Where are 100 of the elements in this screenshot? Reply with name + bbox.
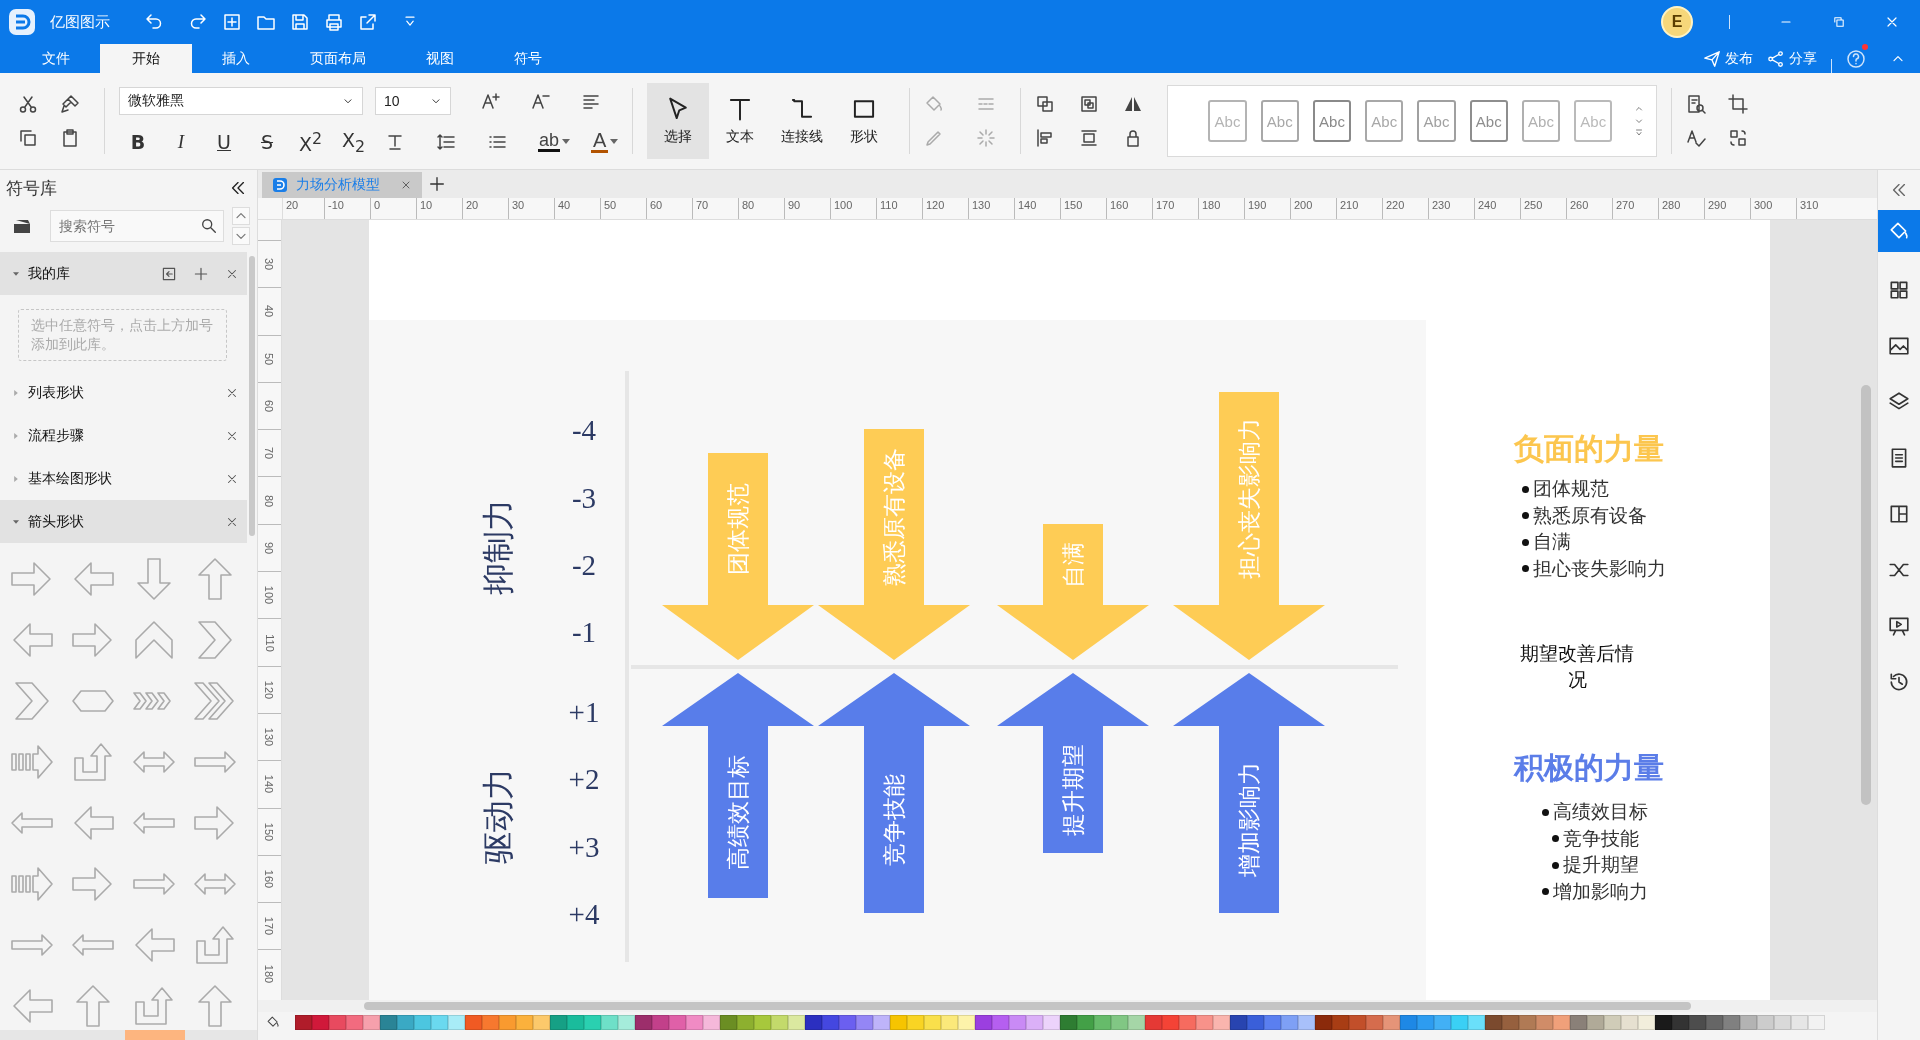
hint-text: 选中任意符号，点击上方加号添加到此库。: [18, 309, 227, 361]
legend-title: 负面的力量: [1513, 431, 1665, 467]
section-header[interactable]: 箭头形状: [0, 500, 247, 543]
arrow-label: 增加影响力: [1236, 762, 1262, 877]
scale-label: -4: [571, 414, 597, 446]
ruler-label: 150: [1060, 198, 1106, 219]
arrow-label: 提升期望: [1060, 743, 1086, 836]
scale-label: +2: [568, 763, 600, 795]
tool-button[interactable]: 文本: [709, 83, 772, 159]
format-button[interactable]: X$^{2}$: [299, 128, 321, 156]
ruler-label: 30: [508, 198, 554, 219]
tool-button[interactable]: 形状: [833, 83, 896, 159]
panel-title: 符号库: [6, 177, 57, 200]
font-color-button[interactable]: A: [591, 130, 609, 154]
app-title: 亿图图示: [50, 12, 110, 32]
ruler-label: 170: [1152, 198, 1198, 219]
ruler-label: 40: [263, 305, 276, 318]
scale-label: +3: [568, 831, 600, 863]
ruler-label: 180: [1198, 198, 1244, 219]
search-field[interactable]: 搜索符号: [50, 210, 224, 242]
scale-label: -2: [571, 549, 597, 581]
user-avatar[interactable]: E: [1661, 6, 1693, 38]
legend-item: 团体规范: [1533, 477, 1609, 501]
legend-title: 积极的力量: [1512, 750, 1665, 786]
ruler-label: 230: [1428, 198, 1474, 219]
format-button[interactable]: B: [127, 131, 149, 153]
ruler-label: 0: [370, 198, 416, 219]
share-button[interactable]: 分享: [1789, 49, 1817, 68]
publish-button[interactable]: 发布: [1725, 49, 1753, 68]
ruler-label: 40: [554, 198, 600, 219]
ruler-label: 70: [263, 447, 276, 460]
ribbon-tab[interactable]: 视图: [396, 44, 484, 73]
ruler-label: 90: [263, 541, 276, 555]
ruler-label: 80: [738, 198, 784, 219]
legend-item: 增加影响力: [1553, 879, 1648, 904]
legend-item: 自满: [1533, 530, 1571, 554]
format-button[interactable]: I: [170, 131, 192, 153]
ruler-label: 60: [646, 198, 692, 219]
legend-item: 提升期望: [1562, 853, 1639, 877]
ruler-label: 110: [263, 633, 276, 652]
ruler-label: 180: [263, 964, 276, 983]
font-select[interactable]: 微软雅黑: [119, 86, 363, 115]
ruler-label: 160: [1106, 198, 1152, 219]
section-label[interactable]: 箭头形状: [28, 512, 219, 531]
ruler-label: 260: [1566, 198, 1612, 219]
ruler-label: 80: [263, 494, 276, 507]
ribbon-tab[interactable]: 插入: [192, 44, 280, 73]
ruler-label: 250: [1520, 198, 1566, 219]
section-label[interactable]: 我的库: [28, 264, 155, 283]
arrow-label: 团体规范: [725, 483, 751, 575]
arrow-label: 熟悉原有设备: [881, 448, 907, 586]
ruler-label: 110: [876, 198, 922, 219]
ruler-label: 220: [1382, 198, 1428, 219]
ruler-label: 100: [830, 198, 876, 219]
format-button[interactable]: U: [213, 131, 235, 153]
section-label[interactable]: 流程步骤: [28, 426, 219, 445]
ruler-label: 130: [968, 198, 1014, 219]
format-button[interactable]: X$_{2}$: [342, 128, 364, 156]
ruler-label: 10: [416, 198, 462, 219]
ruler-label: 60: [263, 399, 276, 413]
ruler-label: 270: [1612, 198, 1658, 219]
ruler-label: 170: [263, 917, 276, 936]
ribbon-tab[interactable]: 文件: [12, 44, 100, 73]
ruler-label: 140: [1014, 198, 1060, 219]
ruler-label: -10: [324, 198, 370, 219]
scale-label: -1: [571, 616, 597, 648]
arrow-label: 竞争技能: [881, 773, 907, 866]
axis-title: 抑制力: [480, 499, 516, 595]
ruler-label: 190: [1244, 198, 1290, 219]
ruler-label: 20: [462, 198, 508, 219]
tool-button[interactable]: 连接线: [771, 83, 834, 159]
ruler-label: 90: [784, 198, 830, 219]
ruler-label: 290: [1704, 198, 1750, 219]
section-header[interactable]: 我的库: [0, 252, 247, 295]
ruler-label: 30: [263, 258, 276, 271]
axis-title: 驱动力: [480, 768, 516, 864]
section-label[interactable]: 基本绘图形状: [28, 469, 219, 488]
ruler-label: 300: [1750, 198, 1796, 219]
section-label[interactable]: 列表形状: [28, 383, 219, 402]
ribbon-tab[interactable]: 符号: [484, 44, 572, 73]
tool-button[interactable]: 选择: [647, 83, 710, 159]
style-swatch[interactable]: Abc: [1312, 100, 1352, 142]
ribbon-tab[interactable]: 页面布局: [280, 44, 396, 73]
ruler-label: 120: [922, 198, 968, 219]
scale-label: +4: [568, 898, 600, 930]
scale-label: +1: [568, 696, 600, 728]
ruler-label: 20: [285, 198, 300, 213]
ruler-label: 160: [263, 869, 276, 889]
format-button[interactable]: S: [256, 131, 278, 153]
note-text: 期望改善后情况: [1519, 642, 1635, 692]
ruler-label: 50: [263, 352, 276, 365]
ribbon-tab[interactable]: 开始: [100, 44, 192, 73]
ruler-label: 150: [263, 822, 276, 841]
ruler-label: 140: [263, 775, 276, 794]
font-size-select[interactable]: 10: [375, 86, 451, 115]
arrow-label: 自满: [1060, 541, 1086, 588]
ruler-label: 200: [1290, 198, 1336, 219]
legend-item: 担心丧失影响力: [1533, 556, 1666, 581]
highlight-button[interactable]: ab: [538, 131, 561, 153]
ruler-label: 210: [1336, 198, 1382, 219]
